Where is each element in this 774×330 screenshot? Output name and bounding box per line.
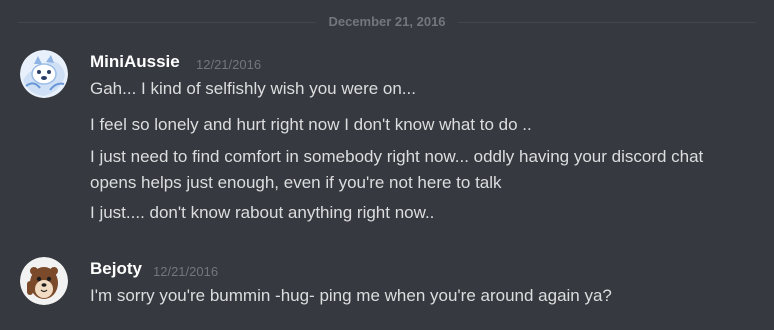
message-group: Bejoty 12/21/2016 I'm sorry you're bummi…: [0, 255, 774, 315]
divider-line: [18, 22, 316, 23]
message-line: I just.... don't know rabout anything ri…: [90, 203, 435, 222]
message-line: I feel so lonely and hurt right now I do…: [90, 115, 532, 134]
husky-avatar-icon[interactable]: [20, 50, 68, 98]
message-group: MiniAussie 12/21/2016 Gah... I kind of s…: [0, 48, 774, 238]
message-line: Gah... I kind of selfishly wish you were…: [90, 79, 416, 98]
username[interactable]: Bejoty: [90, 259, 142, 279]
date-divider: December 21, 2016: [0, 10, 774, 36]
date-divider-label: December 21, 2016: [328, 14, 446, 29]
message-line: I just need to find comfort in somebody …: [90, 147, 704, 192]
otter-avatar-icon[interactable]: [20, 257, 68, 305]
message-timestamp: 12/21/2016: [153, 264, 219, 279]
username[interactable]: MiniAussie: [90, 52, 180, 72]
divider-line: [458, 22, 756, 23]
message-timestamp: 12/21/2016: [196, 57, 262, 72]
message-line: I'm sorry you're bummin -hug- ping me wh…: [90, 286, 612, 305]
